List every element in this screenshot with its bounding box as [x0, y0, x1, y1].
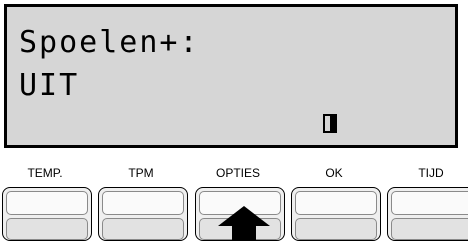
up-arrow-icon — [218, 206, 270, 241]
ok-button[interactable] — [291, 187, 381, 241]
softkey-label-tpm: TPM — [128, 166, 154, 180]
softkey-labels: TEMP. TPM OPTIES OK TIJD — [0, 165, 468, 181]
softkey-label-opties: OPTIES — [215, 166, 260, 180]
temp-button[interactable] — [2, 187, 92, 241]
softkey-label-ok: OK — [325, 166, 343, 180]
block-cursor-icon — [323, 114, 337, 133]
softkey-label-tijd: TIJD — [418, 166, 444, 180]
tpm-button[interactable] — [98, 187, 188, 241]
display-line-2: UIT — [19, 68, 80, 103]
lcd-display: Spoelen+: UIT — [4, 4, 458, 148]
tijd-button[interactable] — [387, 187, 468, 241]
softkey-label-temp: TEMP. — [27, 166, 63, 180]
display-line-1: Spoelen+: — [19, 25, 200, 60]
